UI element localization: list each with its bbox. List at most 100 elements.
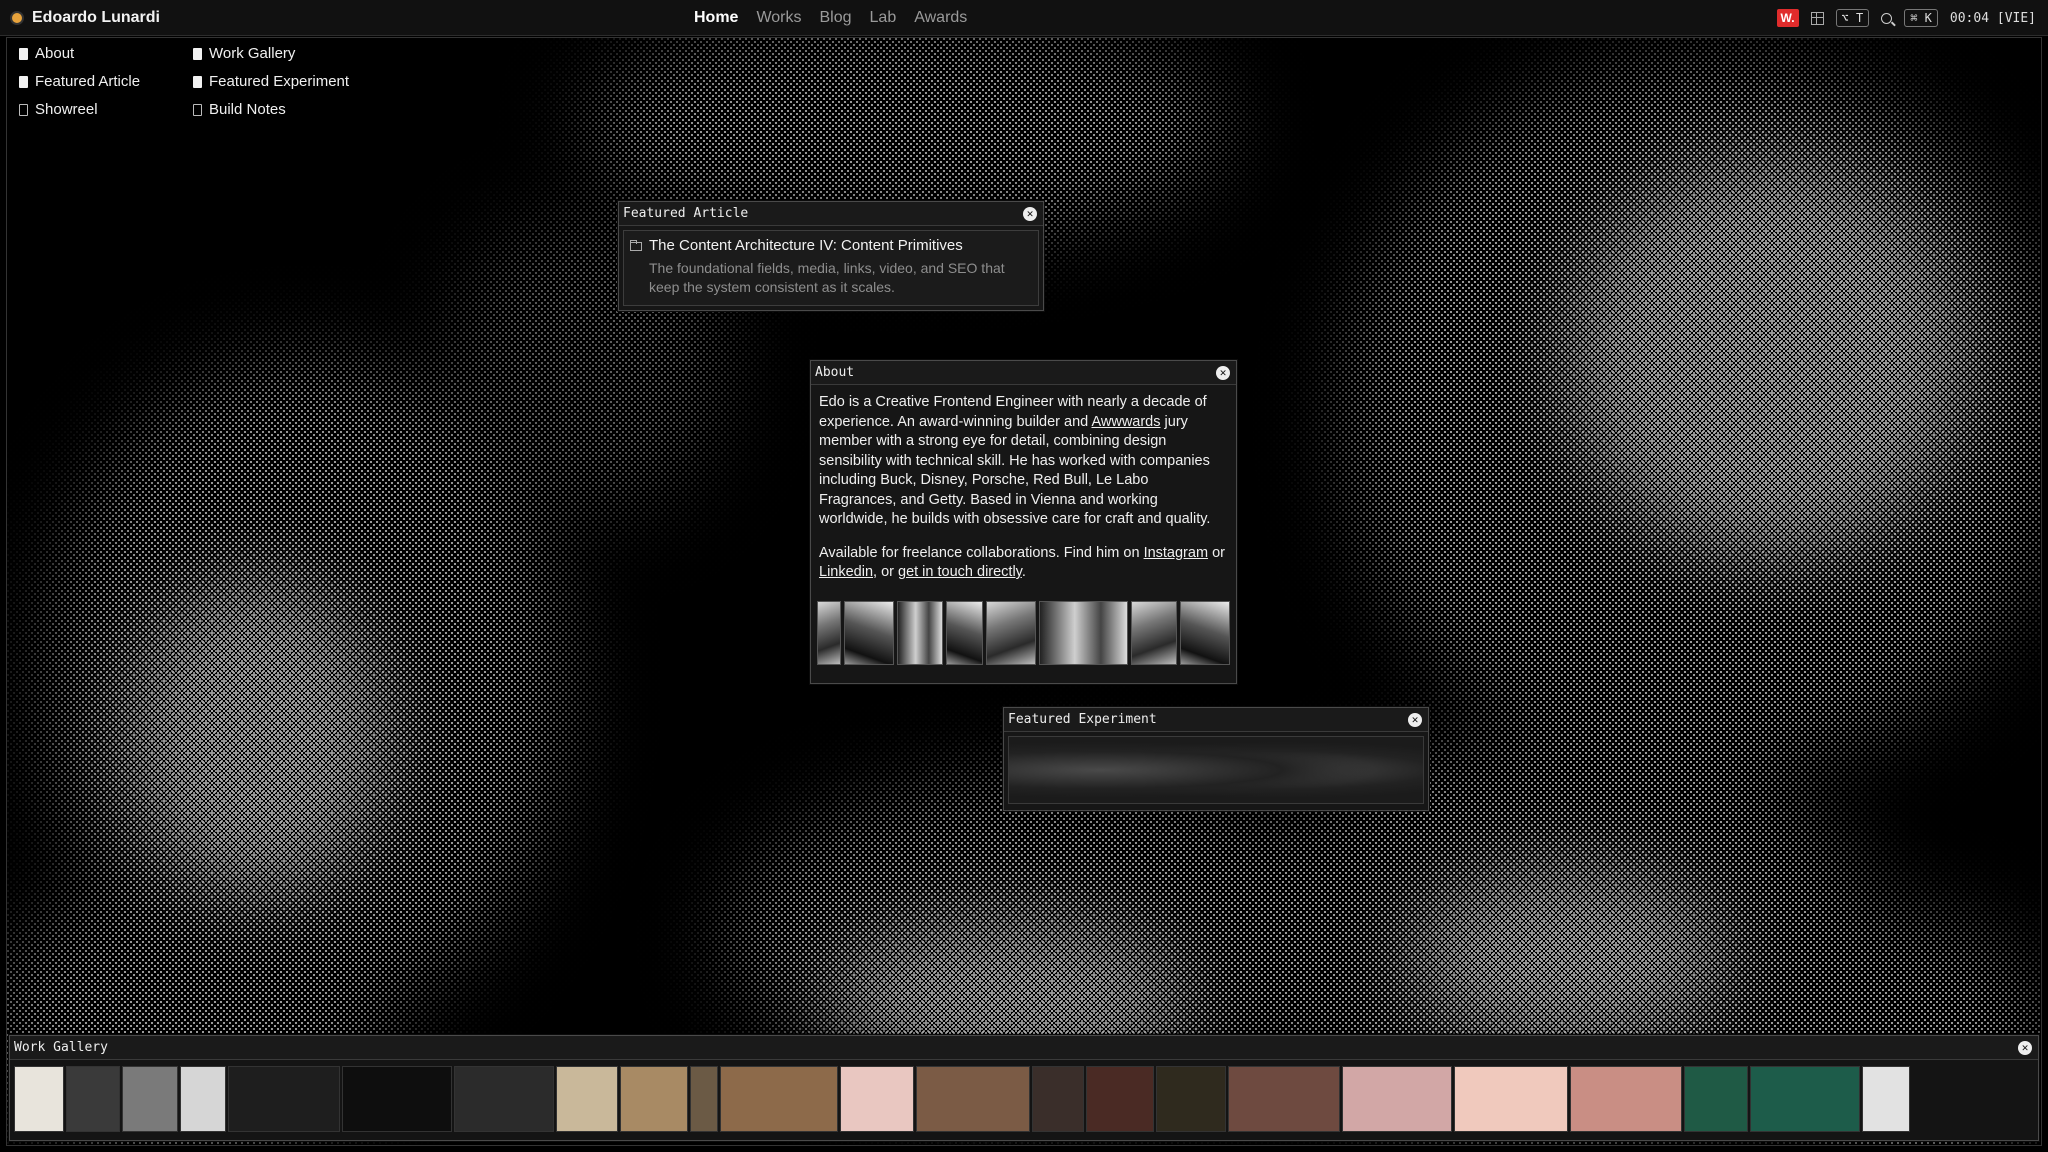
nav-awards[interactable]: Awards [914,9,967,27]
gallery-thumbnail[interactable] [66,1066,120,1132]
gallery-thumbnail[interactable] [916,1066,1030,1132]
document-icon [193,75,202,88]
logo-icon [10,11,24,25]
gallery-thumbnail[interactable] [690,1066,718,1132]
main-nav: Home Works Blog Lab Awards [694,0,967,36]
linkedin-link[interactable]: Linkedin [819,564,873,580]
brand-name: Edoardo Lunardi [32,9,160,26]
desktop-icon-showreel[interactable]: Showreel [19,101,98,118]
desktop-icon-featured-article[interactable]: Featured Article [19,73,140,90]
close-icon[interactable]: ✕ [1023,207,1037,221]
close-icon[interactable]: ✕ [2018,1041,2032,1055]
gallery-thumbnail[interactable] [1032,1066,1084,1132]
gallery-thumbnail[interactable] [1570,1066,1682,1132]
desktop-icon-featured-experiment[interactable]: Featured Experiment [193,73,349,90]
search-shortcut[interactable]: ⌘ K [1904,9,1938,27]
about-paragraph: Edo is a Creative Frontend Engineer with… [819,393,1228,530]
photo [1038,600,1129,665]
gallery-thumbnail[interactable] [1862,1066,1910,1132]
document-icon [19,47,28,60]
about-text-segment: . [1021,564,1026,580]
search-icon[interactable] [1881,12,1893,24]
gallery-thumbnail[interactable] [14,1066,64,1132]
instagram-link[interactable]: Instagram [1144,545,1208,561]
desktop-icon-about[interactable]: About [19,45,74,62]
featured-experiment-window[interactable]: Featured Experiment ✕ [1003,707,1429,811]
window-title: Featured Experiment [1008,712,1157,727]
desktop-icon-label: Featured Article [35,73,141,90]
gallery-thumbnail[interactable] [1454,1066,1568,1132]
about-window[interactable]: About ✕ Edo is a Creative Frontend Engin… [810,360,1237,684]
document-icon [193,47,202,60]
article-card[interactable]: The Content Architecture IV: Content Pri… [623,230,1039,306]
photo [945,600,983,665]
folder-icon [630,240,642,251]
about-text-segment: Available for freelance collaborations. … [819,544,1144,561]
gallery-strip [10,1066,2038,1132]
nav-works[interactable]: Works [756,9,801,27]
close-icon[interactable]: ✕ [1408,713,1422,727]
gallery-thumbnail[interactable] [1750,1066,1860,1132]
document-outline-icon [19,103,28,116]
document-icon [19,75,28,88]
brand[interactable]: Edoardo Lunardi [10,0,160,36]
photo [985,600,1036,665]
gallery-thumbnail[interactable] [1086,1066,1154,1132]
window-titlebar[interactable]: Featured Article ✕ [619,202,1043,226]
clock: 00:04 [VIE] [1949,10,2036,26]
gallery-thumbnail[interactable] [228,1066,340,1132]
window-title: About [815,365,855,380]
window-titlebar[interactable]: About ✕ [811,361,1236,385]
awwwards-badge[interactable]: W. [1776,9,1799,27]
nav-lab[interactable]: Lab [870,9,897,27]
contact-link[interactable]: get in touch directly [898,564,1022,580]
experiment-preview[interactable] [1008,736,1424,804]
availability-paragraph: Available for freelance collaborations. … [819,544,1228,583]
window-titlebar[interactable]: Featured Experiment ✕ [1004,708,1428,732]
gallery-thumbnail[interactable] [180,1066,226,1132]
desktop-icon-build-notes[interactable]: Build Notes [193,101,286,118]
topbar-right: W. ⌥ T ⌘ K 00:04 [VIE] [1776,0,2036,36]
gallery-thumbnail[interactable] [1342,1066,1452,1132]
close-icon[interactable]: ✕ [1216,366,1230,380]
window-titlebar[interactable]: Work Gallery ✕ [10,1036,2038,1060]
nav-blog[interactable]: Blog [820,9,852,27]
gallery-thumbnail[interactable] [1228,1066,1340,1132]
desktop-icon-label: Showreel [35,101,98,118]
about-text: Edo is a Creative Frontend Engineer with… [817,391,1230,585]
gallery-thumbnail[interactable] [122,1066,178,1132]
gallery-thumbnail[interactable] [620,1066,688,1132]
nav-home[interactable]: Home [694,9,738,27]
about-text-segment: , or [873,564,898,580]
gallery-thumbnail[interactable] [720,1066,838,1132]
gallery-thumbnail[interactable] [1684,1066,1748,1132]
gallery-thumbnail[interactable] [840,1066,914,1132]
photo [1179,600,1230,665]
photo [843,600,894,665]
photo-strip [817,600,1230,665]
featured-article-window[interactable]: Featured Article ✕ The Content Architect… [618,201,1044,311]
gallery-thumbnail[interactable] [454,1066,554,1132]
desktop-icon-label: Work Gallery [209,45,296,62]
window-title: Work Gallery [14,1040,108,1055]
window-title: Featured Article [623,206,749,221]
about-text-segment: jury member with a strong eye for detail… [819,413,1211,528]
article-title[interactable]: The Content Architecture IV: Content Pri… [649,237,1032,254]
awwwards-link[interactable]: Awwwards [1091,414,1160,430]
document-outline-icon [193,103,202,116]
desktop-icon-label: Featured Experiment [209,73,350,90]
layout-icon[interactable] [1810,11,1824,25]
about-text-segment: or [1208,544,1225,561]
gallery-thumbnail[interactable] [342,1066,452,1132]
desktop-icon-work-gallery[interactable]: Work Gallery [193,45,295,62]
photo [896,600,943,665]
desktop-icon-label: Build Notes [209,101,286,118]
photo [817,600,841,665]
gallery-thumbnail[interactable] [556,1066,618,1132]
work-gallery-window[interactable]: Work Gallery ✕ [9,1035,2039,1141]
theme-shortcut[interactable]: ⌥ T [1835,9,1870,27]
desktop-icon-label: About [35,45,75,62]
top-menu-bar: Edoardo Lunardi Home Works Blog Lab Awar… [0,0,2048,36]
gallery-thumbnail[interactable] [1156,1066,1226,1132]
article-description: The foundational fields, media, links, v… [649,260,1005,295]
